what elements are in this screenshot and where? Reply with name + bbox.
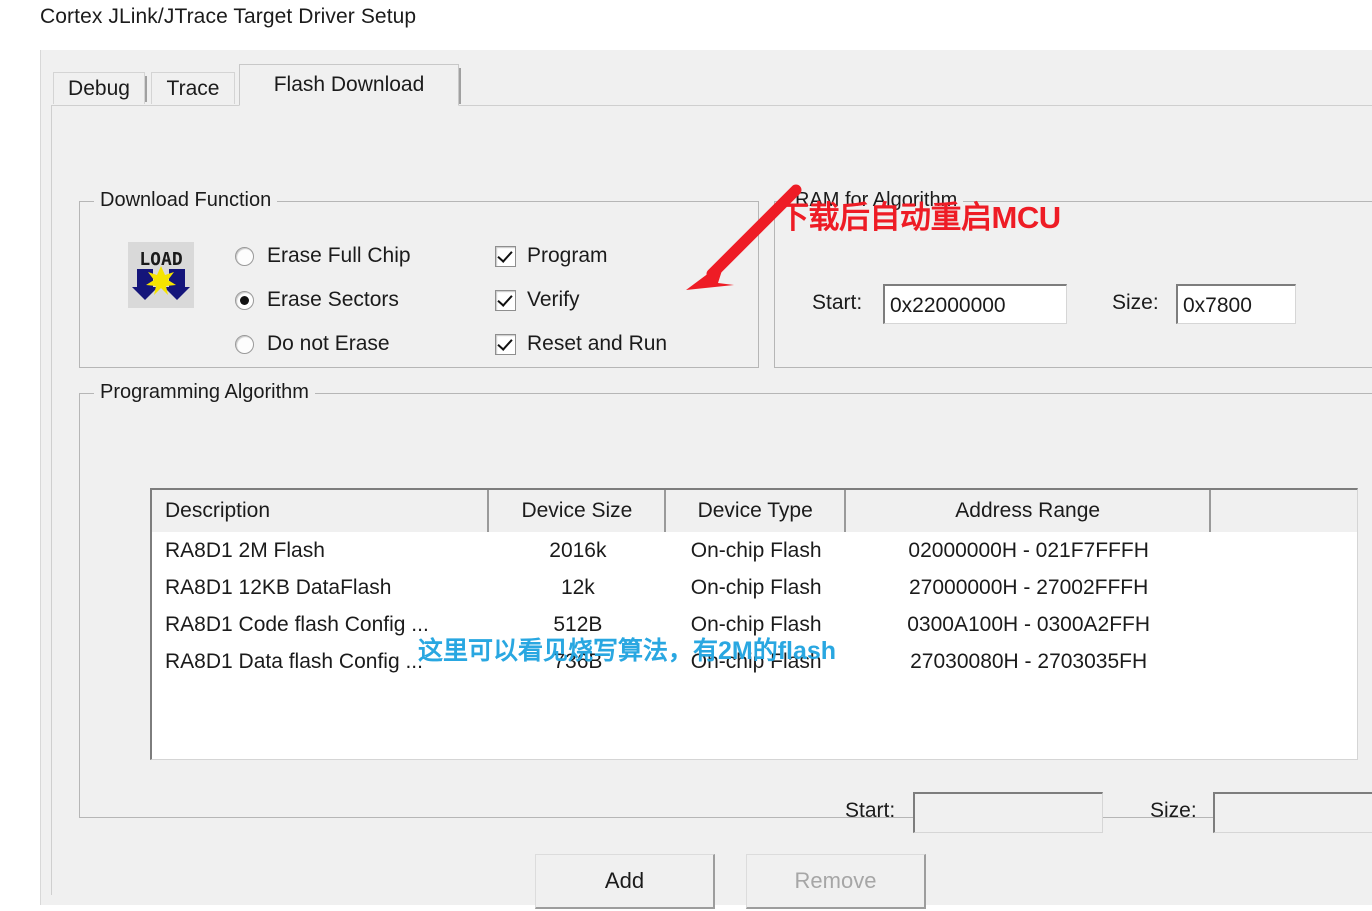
radio-do-not-erase[interactable]: Do not Erase bbox=[235, 332, 390, 356]
cell-device-type: On-chip Flash bbox=[690, 538, 822, 562]
algorithm-size-input[interactable] bbox=[1213, 792, 1372, 833]
programming-algorithm-group-label: Programming Algorithm bbox=[94, 381, 315, 404]
remove-button-label: Remove bbox=[794, 868, 877, 893]
cell-address-range: 02000000H - 021F7FFFH bbox=[908, 538, 1149, 562]
checkbox-reset-and-run-mark bbox=[495, 333, 516, 355]
cell-extra bbox=[1211, 569, 1357, 606]
column-header-description[interactable]: Description bbox=[152, 490, 490, 532]
checkbox-verify[interactable]: Verify bbox=[495, 288, 580, 312]
checkbox-program-mark bbox=[495, 245, 516, 267]
cell-address-range: 27030080H - 2703035FH bbox=[910, 649, 1148, 673]
programming-algorithm-table[interactable]: Description Device Size Device Type Addr… bbox=[150, 488, 1358, 760]
download-function-group-label: Download Function bbox=[94, 189, 278, 212]
radio-erase-sectors-label: Erase Sectors bbox=[267, 288, 399, 311]
programming-algorithm-group: Programming Algorithm Description Device… bbox=[79, 381, 1372, 833]
tab-flash-download-label: Flash Download bbox=[273, 73, 425, 96]
radio-do-not-erase-mark bbox=[235, 334, 254, 354]
checkbox-verify-label: Verify bbox=[527, 288, 580, 311]
radio-erase-full-chip[interactable]: Erase Full Chip bbox=[235, 244, 411, 268]
table-row[interactable]: RA8D1 12KB DataFlash 12k On-chip Flash 2… bbox=[152, 569, 1357, 606]
window-title: Cortex JLink/JTrace Target Driver Setup bbox=[40, 5, 417, 28]
cell-extra bbox=[1211, 606, 1357, 643]
algorithm-size-label: Size: bbox=[1150, 799, 1197, 822]
tab-divider-2 bbox=[459, 68, 461, 104]
checkbox-program[interactable]: Program bbox=[495, 244, 608, 268]
add-button[interactable]: Add bbox=[535, 854, 715, 909]
checkbox-verify-mark bbox=[495, 289, 516, 311]
ram-start-input[interactable]: 0x22000000 bbox=[883, 284, 1067, 324]
radio-erase-sectors[interactable]: Erase Sectors bbox=[235, 288, 399, 312]
screenshot-root: Cortex JLink/JTrace Target Driver Setup … bbox=[0, 0, 1372, 911]
cell-address-range: 0300A100H - 0300A2FFH bbox=[907, 612, 1151, 636]
tab-divider-1 bbox=[145, 76, 147, 102]
cell-device-type: On-chip Flash bbox=[690, 575, 822, 599]
cell-extra bbox=[1211, 532, 1357, 569]
ram-size-input[interactable]: 0x7800 bbox=[1176, 284, 1296, 324]
radio-erase-full-chip-label: Erase Full Chip bbox=[267, 244, 411, 267]
column-header-extra[interactable] bbox=[1211, 490, 1357, 532]
column-header-device-type[interactable]: Device Type bbox=[666, 490, 847, 532]
tab-flash-download[interactable]: Flash Download bbox=[239, 64, 459, 106]
radio-do-not-erase-label: Do not Erase bbox=[267, 332, 390, 355]
load-icon: LOAD bbox=[128, 242, 194, 308]
checkbox-reset-and-run-label: Reset and Run bbox=[527, 332, 668, 355]
cell-address-range: 27000000H - 27002FFFH bbox=[908, 575, 1149, 599]
checkbox-reset-and-run[interactable]: Reset and Run bbox=[495, 332, 667, 356]
tab-strip: Debug Trace Flash Download bbox=[41, 50, 1372, 106]
radio-erase-full-chip-mark bbox=[235, 246, 254, 266]
tab-debug-label: Debug bbox=[68, 76, 130, 100]
tab-debug[interactable]: Debug bbox=[53, 72, 145, 104]
algorithm-start-label: Start: bbox=[845, 799, 896, 822]
algorithm-start-input[interactable] bbox=[913, 792, 1103, 833]
target-driver-setup-dialog: Debug Trace Flash Download Download Func… bbox=[40, 50, 1372, 909]
tab-trace-label: Trace bbox=[166, 76, 220, 100]
red-arrow-down-left-icon bbox=[678, 182, 808, 302]
checkbox-program-label: Program bbox=[527, 244, 608, 267]
annotation-blue-note: 这里可以看见烧写算法，有2M的flash bbox=[418, 637, 837, 665]
cell-extra bbox=[1211, 643, 1357, 680]
radio-erase-sectors-mark bbox=[235, 290, 254, 310]
annotation-red-note: 下载后自动重启MCU bbox=[778, 200, 1061, 235]
ram-size-label: Size: bbox=[1112, 291, 1159, 314]
add-button-label: Add bbox=[604, 868, 645, 893]
ram-start-label: Start: bbox=[812, 291, 863, 314]
cell-description: RA8D1 12KB DataFlash bbox=[165, 575, 392, 599]
column-header-device-size[interactable]: Device Size bbox=[489, 490, 667, 532]
table-row[interactable]: RA8D1 2M Flash 2016k On-chip Flash 02000… bbox=[152, 532, 1357, 569]
cell-description: RA8D1 2M Flash bbox=[165, 538, 325, 562]
tab-trace[interactable]: Trace bbox=[151, 72, 235, 104]
cell-device-size: 2016k bbox=[549, 538, 607, 562]
column-header-address-range[interactable]: Address Range bbox=[846, 490, 1212, 532]
table-header-row: Description Device Size Device Type Addr… bbox=[152, 490, 1357, 534]
cell-device-size: 12k bbox=[560, 575, 595, 599]
remove-button: Remove bbox=[746, 854, 926, 909]
